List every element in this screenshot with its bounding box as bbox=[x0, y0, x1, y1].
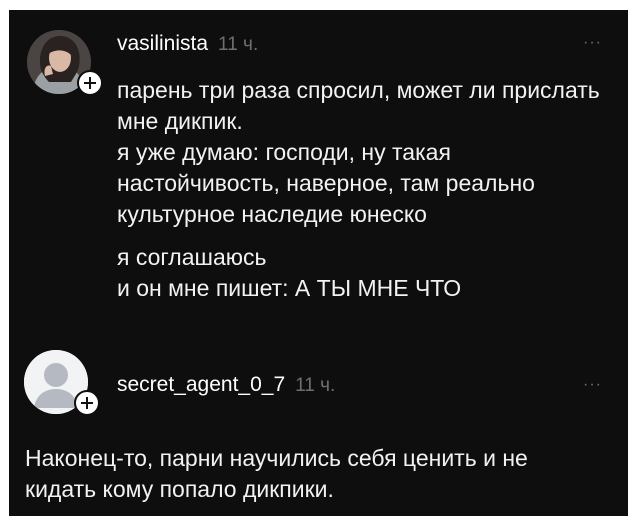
comment-paragraph: Наконец-то, парни научились себя ценить … bbox=[25, 445, 528, 502]
timestamp: 11 ч. bbox=[295, 375, 336, 396]
username[interactable]: secret_agent_0_7 bbox=[117, 373, 285, 397]
comment-header: secret_agent_0_7 11 ч. bbox=[117, 373, 335, 397]
avatar-container[interactable] bbox=[24, 350, 100, 416]
comment-item: vasilinista 11 ч. ··· парень три раза сп… bbox=[9, 10, 628, 340]
comment-paragraph: парень три раза спросил, может ли присла… bbox=[117, 77, 600, 227]
comment-paragraph: я соглашаюсь и он мне пишет: А ТЫ МНЕ ЧТ… bbox=[117, 244, 462, 301]
more-options-button[interactable]: ··· bbox=[583, 34, 602, 52]
username[interactable]: vasilinista bbox=[117, 32, 208, 56]
follow-plus-icon[interactable] bbox=[74, 390, 100, 416]
comment-text: парень три раза спросил, может ли присла… bbox=[117, 75, 617, 304]
timestamp: 11 ч. bbox=[218, 34, 259, 55]
comment-item: secret_agent_0_7 11 ч. ··· Наконец-то, п… bbox=[9, 340, 628, 516]
comment-header: vasilinista 11 ч. bbox=[117, 32, 258, 56]
comment-thread: vasilinista 11 ч. ··· парень три раза сп… bbox=[9, 10, 628, 516]
follow-plus-icon[interactable] bbox=[77, 70, 103, 96]
comment-text: Наконец-то, парни научились себя ценить … bbox=[25, 443, 605, 505]
more-options-button[interactable]: ··· bbox=[583, 376, 602, 394]
avatar-container[interactable] bbox=[27, 30, 103, 96]
